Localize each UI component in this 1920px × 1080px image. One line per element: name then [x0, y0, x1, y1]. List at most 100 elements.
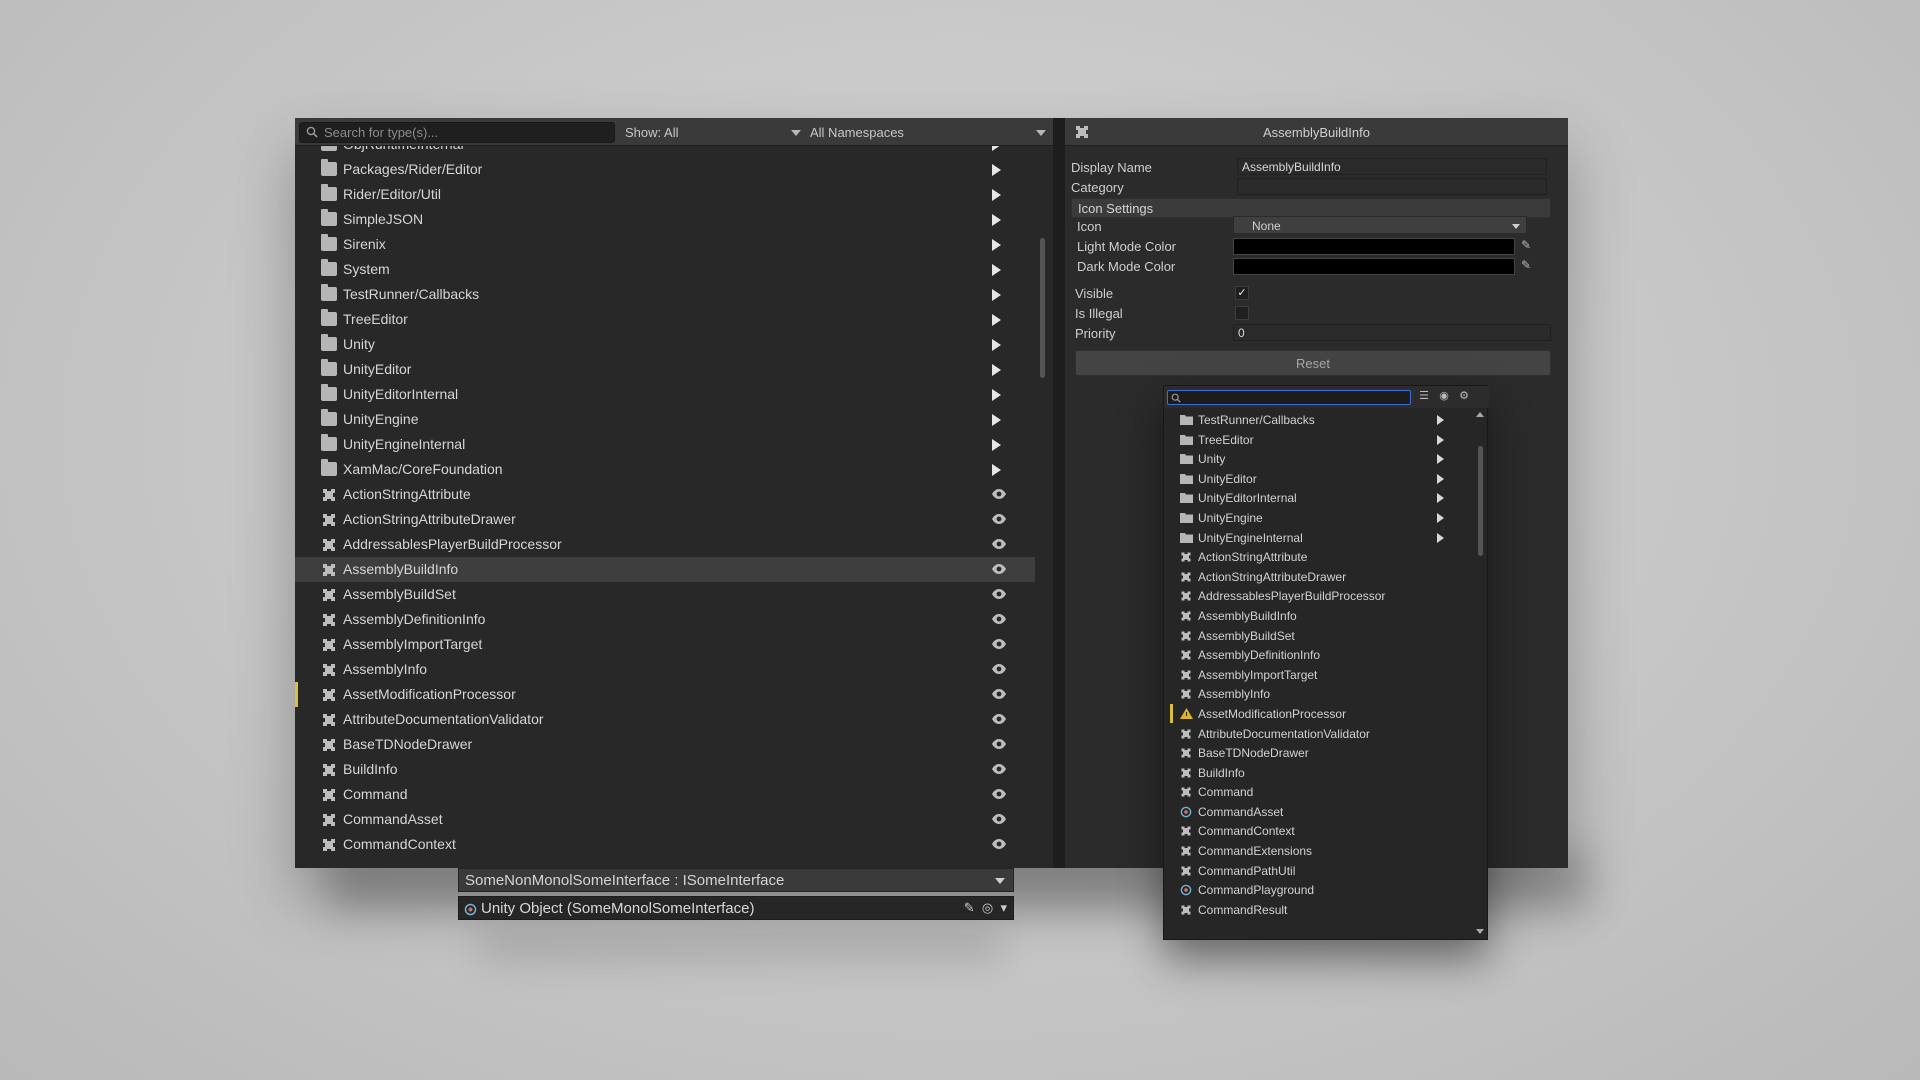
chevron-right-icon[interactable] [992, 189, 1001, 201]
popup-type-row[interactable]: ActionStringAttribute [1164, 547, 1472, 567]
eye-icon[interactable] [991, 587, 1007, 603]
popup-type-row[interactable]: BaseTDNodeDrawer [1164, 743, 1472, 763]
eye-icon[interactable] [991, 687, 1007, 703]
pane-divider[interactable] [1053, 118, 1065, 868]
type-row[interactable]: AssemblyBuildSet [295, 582, 1035, 607]
chevron-right-icon[interactable] [1437, 454, 1444, 465]
chevron-right-icon[interactable] [992, 414, 1001, 426]
chevron-right-icon[interactable] [992, 264, 1001, 276]
type-row[interactable]: AssemblyImportTarget [295, 632, 1035, 657]
chevron-right-icon[interactable] [992, 214, 1001, 226]
chevron-right-icon[interactable] [992, 464, 1001, 476]
eyedropper-icon[interactable]: ✎ [1521, 238, 1531, 252]
popup-namespace-row[interactable]: UnityEngineInternal [1164, 528, 1472, 548]
eye-icon[interactable] [991, 562, 1007, 578]
eye-icon[interactable] [991, 537, 1007, 553]
gear-icon[interactable]: ⚙ [1456, 389, 1472, 404]
eye-icon[interactable] [991, 512, 1007, 528]
namespace-row[interactable]: UnityEngineInternal [295, 432, 1035, 457]
namespace-row[interactable]: Packages/Rider/Editor [295, 157, 1035, 182]
popup-namespace-row[interactable]: TestRunner/Callbacks [1164, 410, 1472, 430]
reset-button[interactable]: Reset [1075, 350, 1551, 376]
eye-icon[interactable] [991, 487, 1007, 503]
popup-namespace-row[interactable]: UnityEngine [1164, 508, 1472, 528]
namespace-filter-dropdown[interactable]: All Namespaces [810, 122, 1050, 143]
popup-namespace-row[interactable]: UnityEditorInternal [1164, 488, 1472, 508]
eye-icon[interactable] [991, 737, 1007, 753]
chevron-right-icon[interactable] [992, 439, 1001, 451]
chevron-right-icon[interactable] [992, 289, 1001, 301]
popup-namespace-row[interactable]: TreeEditor [1164, 430, 1472, 450]
hierarchy-toggle-icon[interactable]: ☰ [1416, 389, 1432, 404]
chevron-right-icon[interactable] [992, 339, 1001, 351]
priority-field[interactable]: 0 [1233, 324, 1551, 341]
popup-type-row[interactable]: CommandContext [1164, 821, 1472, 841]
popup-type-row[interactable]: Command [1164, 782, 1472, 802]
chevron-right-icon[interactable] [1437, 532, 1444, 543]
popup-type-row[interactable]: AttributeDocumentationValidator [1164, 724, 1472, 744]
namespace-row[interactable]: System [295, 257, 1035, 282]
scroll-up-icon[interactable] [1476, 412, 1484, 417]
chevron-right-icon[interactable] [992, 239, 1001, 251]
eye-icon[interactable] [991, 837, 1007, 853]
is-illegal-checkbox[interactable] [1235, 306, 1249, 320]
display-name-field[interactable]: AssemblyBuildInfo [1237, 158, 1547, 175]
chevron-right-icon[interactable] [992, 389, 1001, 401]
popup-namespace-row[interactable]: UnityEditor [1164, 469, 1472, 489]
namespace-row[interactable]: SimpleJSON [295, 207, 1035, 232]
chevron-right-icon[interactable] [1437, 512, 1444, 523]
chevron-right-icon[interactable] [1437, 415, 1444, 425]
object-field[interactable]: Unity Object (SomeMonolSomeInterface) ✎ … [458, 896, 1014, 920]
type-row[interactable]: ActionStringAttributeDrawer [295, 507, 1035, 532]
type-row[interactable]: ActionStringAttribute [295, 482, 1035, 507]
popup-scrollbar[interactable] [1478, 446, 1483, 556]
popup-type-row[interactable]: AssemblyImportTarget [1164, 665, 1472, 685]
popup-type-row[interactable]: AssemblyBuildInfo [1164, 606, 1472, 626]
eye-icon[interactable] [991, 812, 1007, 828]
eye-icon[interactable]: ◉ [1436, 389, 1452, 404]
type-row[interactable]: CommandAsset [295, 807, 1035, 832]
popup-type-row[interactable]: BuildInfo [1164, 763, 1472, 783]
chevron-right-icon[interactable] [1437, 473, 1444, 484]
chevron-right-icon[interactable] [1437, 493, 1444, 504]
chevron-right-icon[interactable] [992, 364, 1001, 376]
popup-search-input[interactable] [1167, 390, 1411, 405]
namespace-row[interactable]: Rider/Editor/Util [295, 182, 1035, 207]
namespace-row[interactable]: TestRunner/Callbacks [295, 282, 1035, 307]
type-row[interactable]: AttributeDocumentationValidator [295, 707, 1035, 732]
popup-type-row[interactable]: CommandResult [1164, 900, 1472, 920]
type-row[interactable]: AssetModificationProcessor [295, 682, 1035, 707]
namespace-row[interactable]: XamMac/CoreFoundation [295, 457, 1035, 482]
edit-icon[interactable]: ✎ [964, 900, 975, 915]
popup-type-row[interactable]: CommandExtensions [1164, 841, 1472, 861]
popup-namespace-row[interactable]: Unity [1164, 449, 1472, 469]
popup-type-row[interactable]: AddressablesPlayerBuildProcessor [1164, 586, 1472, 606]
namespace-row[interactable]: TreeEditor [295, 307, 1035, 332]
popup-type-row[interactable]: CommandAsset [1164, 802, 1472, 822]
type-row[interactable]: CommandContext [295, 832, 1035, 857]
eye-icon[interactable] [991, 712, 1007, 728]
category-field[interactable] [1237, 178, 1547, 195]
scroll-down-icon[interactable] [1476, 929, 1484, 934]
eyedropper-icon[interactable]: ✎ [1521, 258, 1531, 272]
namespace-row[interactable]: UnityEditorInternal [295, 382, 1035, 407]
eye-icon[interactable] [991, 662, 1007, 678]
dark-mode-color-field[interactable] [1233, 258, 1515, 275]
popup-type-row[interactable]: AssemblyDefinitionInfo [1164, 645, 1472, 665]
popup-type-row[interactable]: CommandPathUtil [1164, 861, 1472, 881]
popup-type-row[interactable]: AssetModificationProcessor [1164, 703, 1472, 724]
tree-scrollbar[interactable] [1040, 238, 1045, 378]
type-row[interactable]: AssemblyInfo [295, 657, 1035, 682]
type-select-field[interactable]: SomeNonMonolSomeInterface : ISomeInterfa… [458, 868, 1014, 892]
type-search-input[interactable]: Search for type(s)... [299, 122, 615, 143]
popup-type-row[interactable]: AssemblyInfo [1164, 684, 1472, 704]
namespace-row[interactable]: ObjRuntimeInternal [295, 146, 1035, 157]
namespace-row[interactable]: Unity [295, 332, 1035, 357]
eye-icon[interactable] [991, 762, 1007, 778]
namespace-row[interactable]: UnityEditor [295, 357, 1035, 382]
chevron-right-icon[interactable] [992, 164, 1001, 176]
type-row[interactable]: AddressablesPlayerBuildProcessor [295, 532, 1035, 557]
type-row[interactable]: AssemblyDefinitionInfo [295, 607, 1035, 632]
icon-settings-group[interactable]: Icon Settings [1071, 198, 1551, 218]
type-row[interactable]: BaseTDNodeDrawer [295, 732, 1035, 757]
